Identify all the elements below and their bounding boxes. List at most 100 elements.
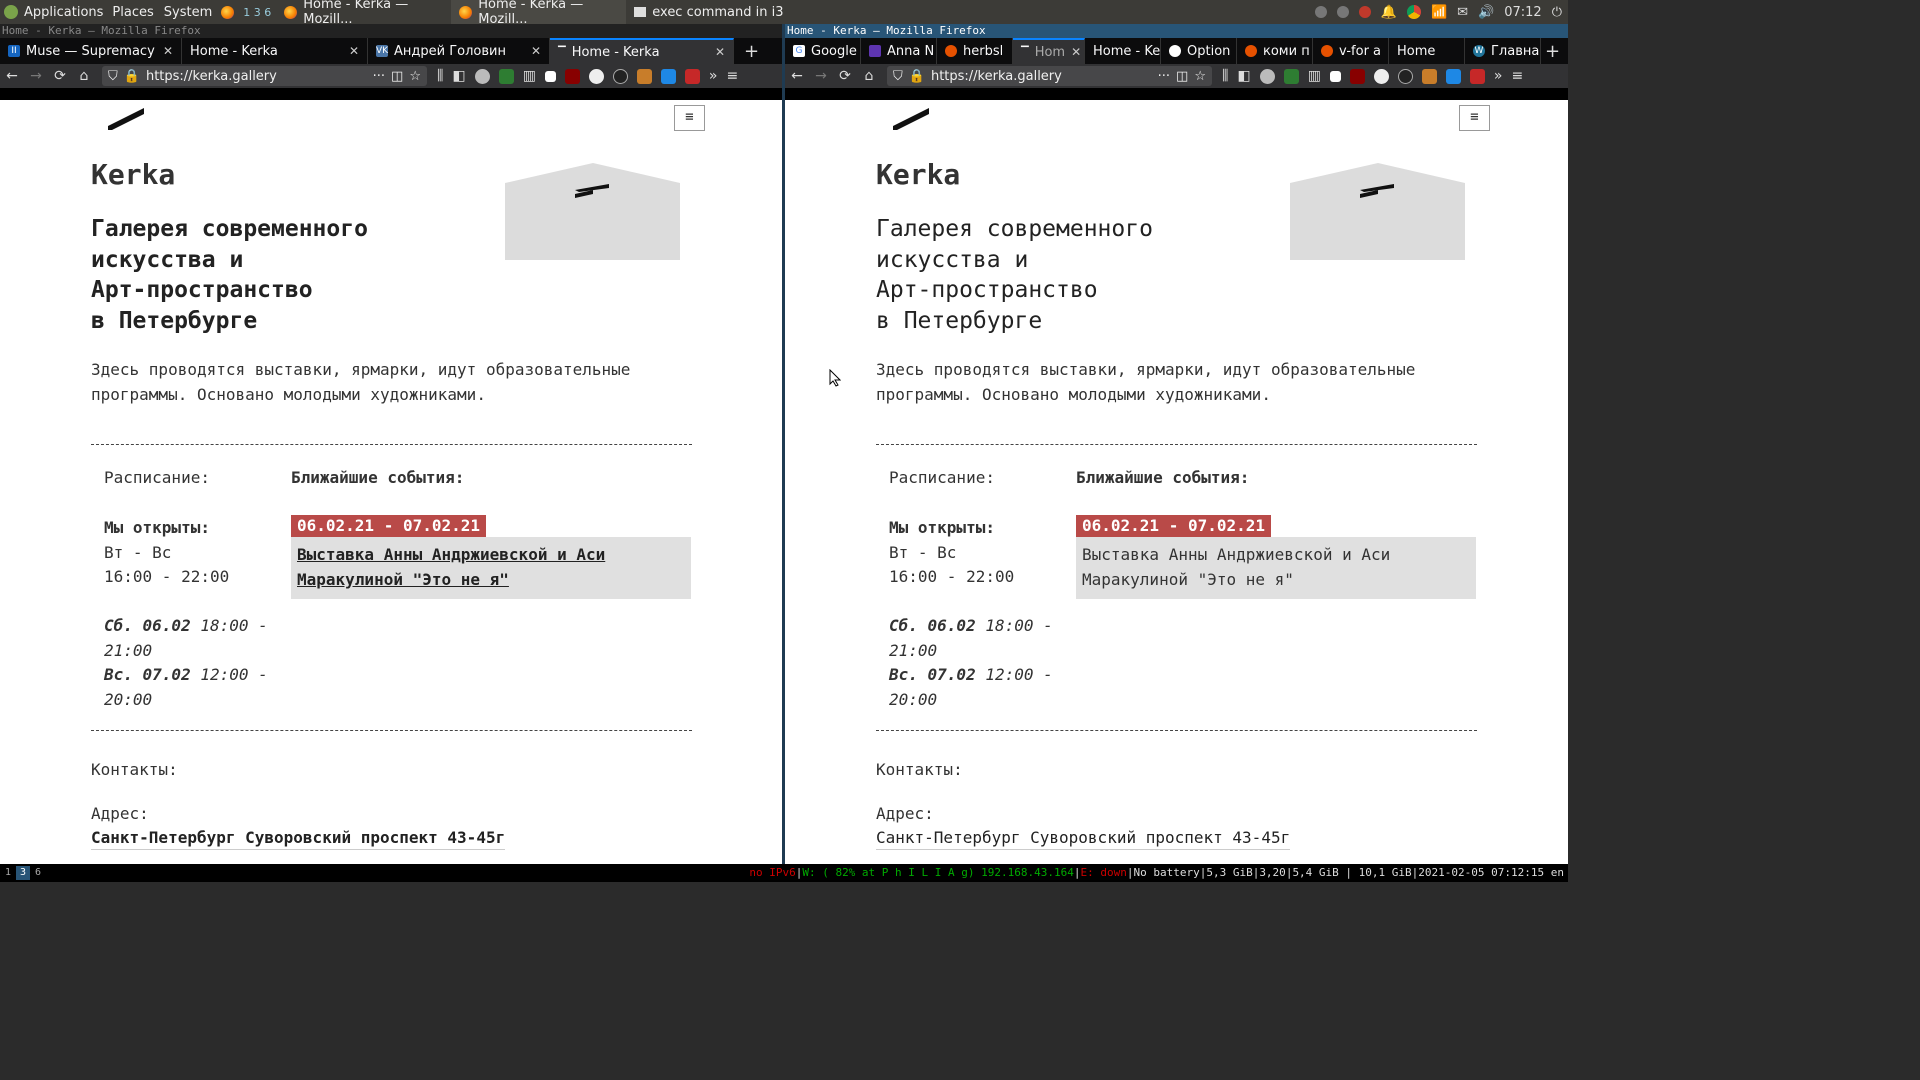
sidebar-icon[interactable]: ◧ xyxy=(452,68,465,84)
red-pen-extension-icon[interactable] xyxy=(684,68,700,84)
library-icon[interactable]: ⫼ xyxy=(437,68,443,84)
tab[interactable]: Option xyxy=(1161,38,1237,64)
page-actions-icon[interactable]: ··· xyxy=(1158,69,1170,84)
url-text[interactable]: https://kerka.gallery xyxy=(146,69,367,84)
tab[interactable]: коми п xyxy=(1237,38,1313,64)
account-icon[interactable] xyxy=(1259,68,1275,84)
shield-icon[interactable]: ⛉ xyxy=(893,69,903,84)
green-extension-icon[interactable] xyxy=(498,68,514,84)
ublock-icon[interactable] xyxy=(564,68,580,84)
tab[interactable]: herbsl xyxy=(937,38,1013,64)
white-square-extension-icon[interactable] xyxy=(1329,70,1341,82)
forward-icon[interactable]: → xyxy=(24,68,48,84)
back-icon[interactable]: ← xyxy=(785,68,809,84)
power-icon[interactable]: ⏻ xyxy=(1552,5,1562,20)
tab[interactable]: Home - Ke xyxy=(1085,38,1161,64)
kerka-logo-icon[interactable] xyxy=(891,106,931,130)
tab-active[interactable]: ▔ Hom ✕ xyxy=(1013,38,1085,64)
circle-extension-icon[interactable] xyxy=(588,68,604,84)
close-tab-icon[interactable]: ✕ xyxy=(1071,45,1081,59)
menu-icon[interactable]: ≡ xyxy=(1512,68,1524,84)
home-icon[interactable]: ⌂ xyxy=(857,68,881,84)
white-square-extension-icon[interactable] xyxy=(544,70,556,82)
reload-icon[interactable]: ⟳ xyxy=(833,68,857,84)
kerka-logo-icon[interactable] xyxy=(106,106,146,130)
tab[interactable]: Home - Kerka ✕ xyxy=(182,38,368,64)
tab-active[interactable]: ▔ Home - Kerka ✕ xyxy=(550,38,734,64)
close-tab-icon[interactable]: ✕ xyxy=(715,45,725,59)
pocket-icon[interactable]: ◫ xyxy=(391,69,403,84)
forward-icon[interactable]: → xyxy=(809,68,833,84)
overflow-icon[interactable]: » xyxy=(709,68,718,84)
workspace-button[interactable]: 1 xyxy=(1,866,15,880)
firefox-launcher-icon[interactable] xyxy=(217,0,238,24)
ublock-icon[interactable] xyxy=(1349,68,1365,84)
badge-extension-icon[interactable] xyxy=(636,68,652,84)
red-pen-extension-icon[interactable] xyxy=(1469,68,1485,84)
tab[interactable]: Home xyxy=(1389,38,1465,64)
tagline: Галерея современного искусства и Арт-про… xyxy=(91,216,368,334)
taskbar-item[interactable]: Home - Kerka — Mozill... xyxy=(451,0,627,24)
url-text[interactable]: https://kerka.gallery xyxy=(931,69,1152,84)
overflow-icon[interactable]: » xyxy=(1494,68,1503,84)
bookmark-star-icon[interactable]: ☆ xyxy=(1194,69,1206,84)
badge-extension-icon[interactable] xyxy=(1421,68,1437,84)
green-extension-icon[interactable] xyxy=(1283,68,1299,84)
close-tab-icon[interactable]: ✕ xyxy=(531,44,541,58)
sidebar-icon[interactable]: ◧ xyxy=(1237,68,1250,84)
taskbar-item[interactable]: exec command in i3 xyxy=(626,0,791,24)
chrome-icon[interactable] xyxy=(1406,5,1421,19)
url-bar[interactable]: ⛉ 🔒 https://kerka.gallery ··· ◫ ☆ xyxy=(102,66,427,86)
new-tab-button[interactable]: + xyxy=(1541,38,1564,64)
window-minimize-icon[interactable] xyxy=(1314,6,1327,18)
workspace-button-focused[interactable]: 3 xyxy=(16,866,30,880)
new-tab-button[interactable]: + xyxy=(734,38,769,64)
address-link[interactable]: Санкт-Петербург Суворовский проспект 43-… xyxy=(91,828,506,850)
s-extension-icon[interactable] xyxy=(660,68,676,84)
tab[interactable]: W Главна xyxy=(1465,38,1541,64)
back-icon[interactable]: ← xyxy=(0,68,24,84)
shield-icon[interactable]: ⛉ xyxy=(108,69,118,84)
volume-icon[interactable]: 🔊 xyxy=(1478,5,1494,20)
taskbar-item[interactable]: Home - Kerka — Mozill... xyxy=(276,0,451,24)
library-icon[interactable]: ⫼ xyxy=(1222,68,1228,84)
places-menu[interactable]: Places xyxy=(107,0,158,24)
workspace-button[interactable]: 6 xyxy=(31,866,45,880)
workspace-indicator[interactable]: 1 3 6 xyxy=(239,0,275,24)
page-actions-icon[interactable]: ··· xyxy=(373,69,385,84)
event-link[interactable]: Выставка Анны Андржиевской и Аси Маракул… xyxy=(291,537,691,599)
s-extension-icon[interactable] xyxy=(1445,68,1461,84)
tab[interactable]: VK Андрей Головин ✕ xyxy=(368,38,550,64)
circle-extension-icon[interactable] xyxy=(1373,68,1389,84)
bars-extension-icon[interactable]: ▥ xyxy=(523,68,536,84)
orange-favicon xyxy=(1321,45,1333,57)
mail-icon[interactable]: ✉ xyxy=(1457,5,1468,20)
bomb-extension-icon[interactable] xyxy=(1397,68,1413,84)
pocket-icon[interactable]: ◫ xyxy=(1176,69,1188,84)
reload-icon[interactable]: ⟳ xyxy=(48,68,72,84)
event-link[interactable]: Выставка Анны Андржиевской и Аси Маракул… xyxy=(1076,537,1476,599)
hamburger-menu-button[interactable]: ≡ xyxy=(674,105,705,131)
address-link[interactable]: Санкт-Петербург Суворовский проспект 43-… xyxy=(876,828,1291,850)
bars-extension-icon[interactable]: ▥ xyxy=(1308,68,1321,84)
account-icon[interactable] xyxy=(474,68,490,84)
close-tab-icon[interactable]: ✕ xyxy=(349,44,359,58)
bell-icon[interactable]: 🔔 xyxy=(1381,5,1397,20)
tab[interactable]: II Muse — Supremacy ✕ xyxy=(0,38,182,64)
hamburger-menu-button[interactable]: ≡ xyxy=(1459,105,1490,131)
clock[interactable]: 07:12 xyxy=(1504,5,1541,20)
tab[interactable]: G Google xyxy=(785,38,861,64)
close-tab-icon[interactable]: ✕ xyxy=(163,44,173,58)
tab[interactable]: Anna N xyxy=(861,38,937,64)
window-close-icon[interactable] xyxy=(1358,6,1371,18)
home-icon[interactable]: ⌂ xyxy=(72,68,96,84)
url-bar[interactable]: ⛉ 🔒 https://kerka.gallery ··· ◫ ☆ xyxy=(887,66,1212,86)
bomb-extension-icon[interactable] xyxy=(612,68,628,84)
window-maximize-icon[interactable] xyxy=(1336,6,1349,18)
wifi-icon[interactable]: 📶 xyxy=(1431,5,1447,20)
applications-menu[interactable]: Applications xyxy=(0,0,107,24)
bookmark-star-icon[interactable]: ☆ xyxy=(409,69,421,84)
tab[interactable]: v-for a xyxy=(1313,38,1389,64)
system-menu[interactable]: System xyxy=(159,0,217,24)
menu-icon[interactable]: ≡ xyxy=(727,68,739,84)
